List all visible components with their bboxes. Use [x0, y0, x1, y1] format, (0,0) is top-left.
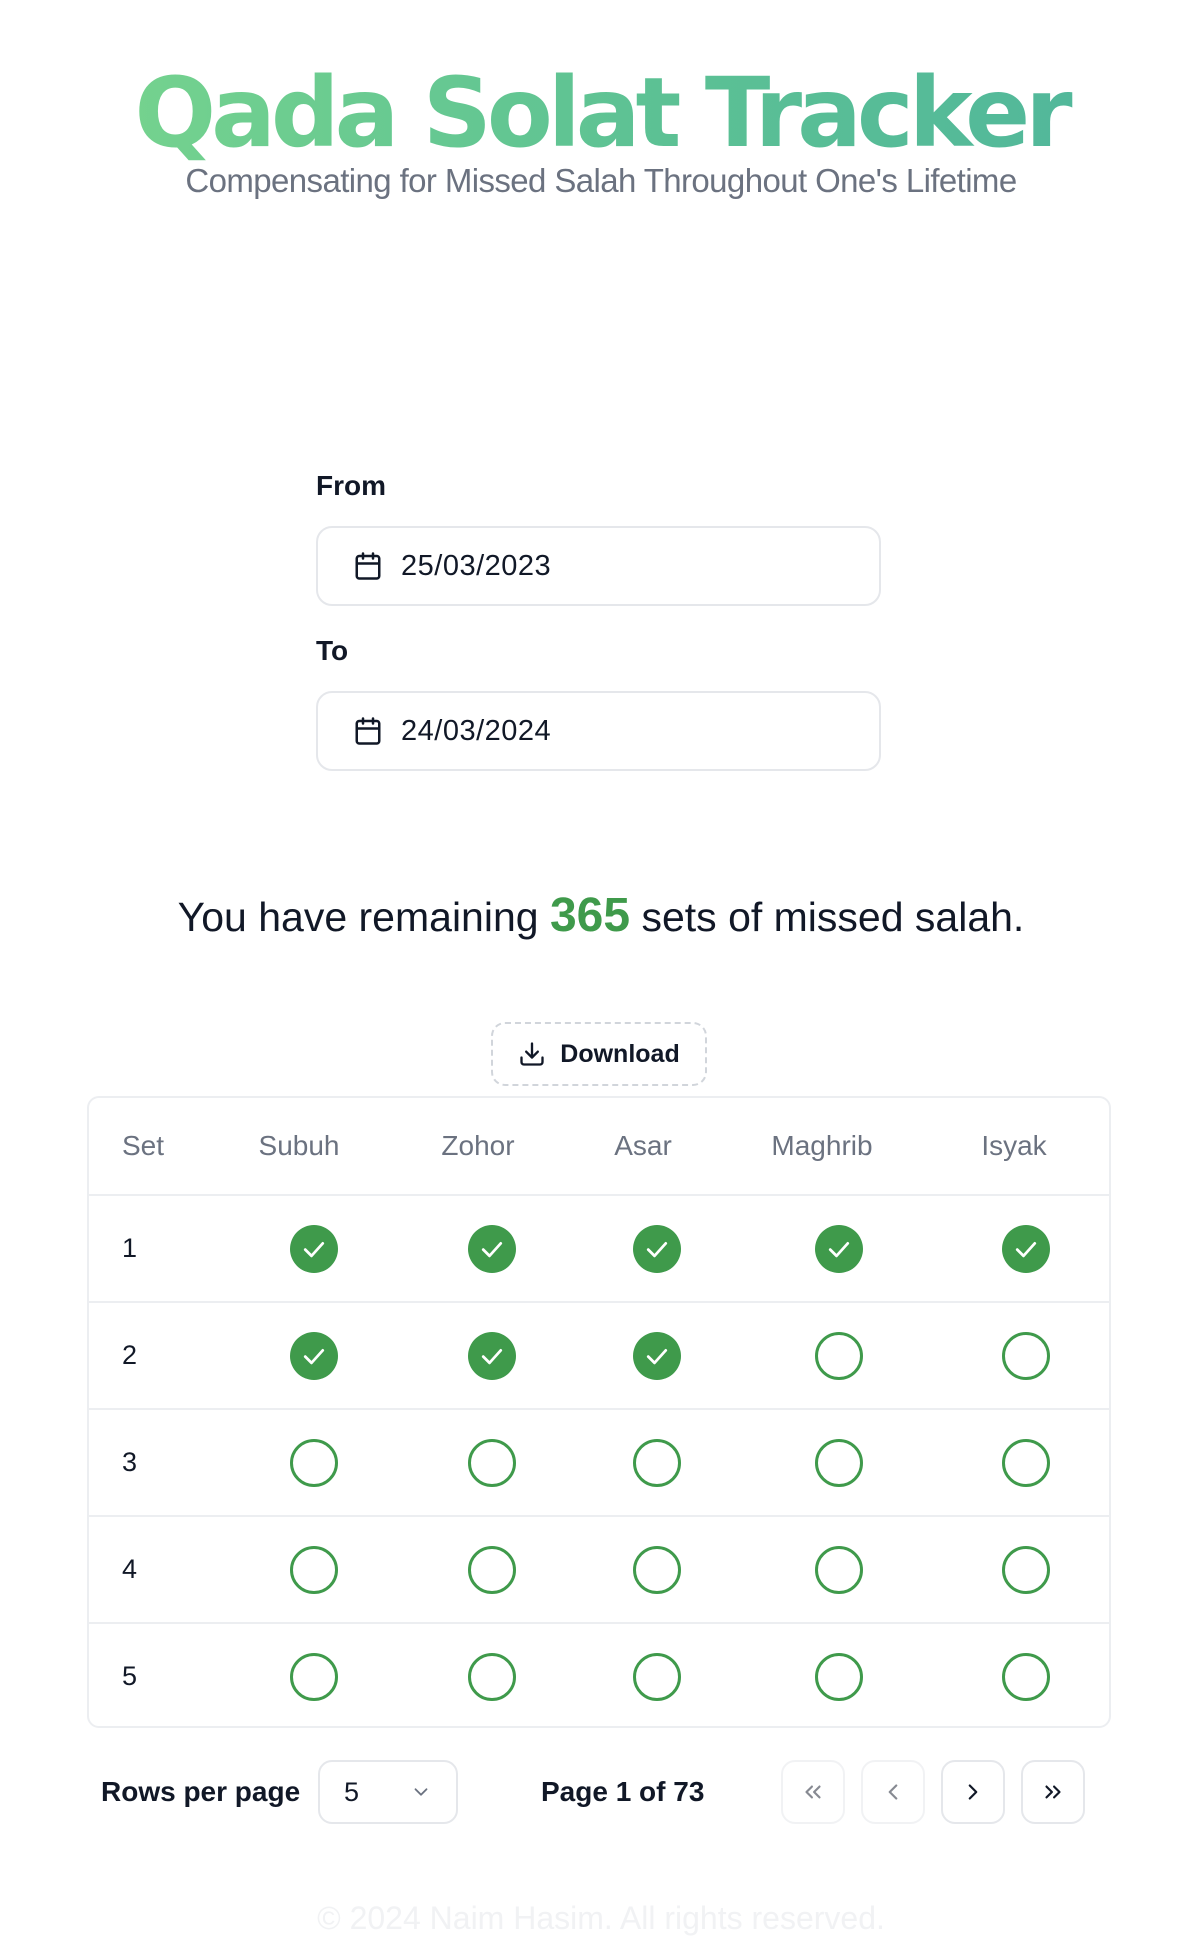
- asar-checkbox[interactable]: [633, 1653, 681, 1701]
- isyak-checkbox[interactable]: [1002, 1332, 1050, 1380]
- chevrons-left-icon: [800, 1779, 826, 1805]
- to-date-value: 24/03/2024: [401, 714, 552, 747]
- table-header: Set Subuh Zohor Asar Maghrib Isyak: [89, 1098, 1109, 1196]
- table-row: 3: [89, 1410, 1109, 1517]
- subuh-checkbox[interactable]: [290, 1546, 338, 1594]
- app-title: Qada Solat Tracker: [0, 58, 1202, 168]
- remaining-prefix: You have remaining: [177, 894, 539, 940]
- subuh-checkbox[interactable]: [290, 1439, 338, 1487]
- table-row: 2: [89, 1303, 1109, 1410]
- table-row: 5: [89, 1624, 1109, 1726]
- isyak-checkbox[interactable]: [1002, 1439, 1050, 1487]
- asar-checkbox[interactable]: [633, 1439, 681, 1487]
- to-date-input[interactable]: 24/03/2024: [316, 691, 881, 771]
- rows-per-page-label: Rows per page: [101, 1776, 301, 1807]
- check-icon: [477, 1341, 507, 1371]
- column-header-maghrib: Maghrib: [771, 1130, 873, 1161]
- maghrib-checkbox[interactable]: [815, 1546, 863, 1594]
- maghrib-checkbox[interactable]: [815, 1439, 863, 1487]
- column-header-isyak: Isyak: [981, 1130, 1047, 1161]
- remaining-summary: You have remaining 365 sets of missed sa…: [0, 888, 1202, 943]
- maghrib-checkbox[interactable]: [815, 1225, 863, 1273]
- check-icon: [1011, 1234, 1041, 1264]
- subuh-checkbox[interactable]: [290, 1225, 338, 1273]
- from-date-input[interactable]: 25/03/2023: [316, 526, 881, 606]
- footer-copyright: © 2024 Naim Hasim. All rights reserved.: [317, 1900, 885, 1936]
- zohor-checkbox[interactable]: [468, 1653, 516, 1701]
- table-row: 4: [89, 1517, 1109, 1624]
- maghrib-checkbox[interactable]: [815, 1653, 863, 1701]
- calendar-icon: [353, 716, 383, 746]
- chevron-down-icon: [410, 1781, 432, 1803]
- remaining-count: 365: [549, 889, 631, 942]
- set-number: 1: [122, 1233, 138, 1263]
- isyak-checkbox[interactable]: [1002, 1225, 1050, 1273]
- zohor-checkbox[interactable]: [468, 1225, 516, 1273]
- asar-checkbox[interactable]: [633, 1332, 681, 1380]
- check-icon: [642, 1234, 672, 1264]
- chevron-right-icon: [960, 1779, 986, 1805]
- maghrib-checkbox[interactable]: [815, 1332, 863, 1380]
- asar-checkbox[interactable]: [633, 1225, 681, 1273]
- rows-per-page-value: 5: [344, 1776, 360, 1807]
- zohor-checkbox[interactable]: [468, 1546, 516, 1594]
- next-page-button[interactable]: [941, 1760, 1005, 1824]
- set-number: 3: [122, 1447, 138, 1477]
- from-date-value: 25/03/2023: [401, 549, 552, 582]
- check-icon: [824, 1234, 854, 1264]
- subuh-checkbox[interactable]: [290, 1332, 338, 1380]
- column-header-set: Set: [122, 1130, 165, 1161]
- download-icon: [518, 1040, 546, 1068]
- check-icon: [299, 1234, 329, 1264]
- download-label: Download: [560, 1039, 680, 1068]
- first-page-button[interactable]: [781, 1760, 845, 1824]
- check-icon: [642, 1341, 672, 1371]
- remaining-suffix: sets of missed salah.: [641, 894, 1025, 940]
- asar-checkbox[interactable]: [633, 1546, 681, 1594]
- isyak-checkbox[interactable]: [1002, 1653, 1050, 1701]
- to-label: To: [316, 635, 349, 666]
- column-header-subuh: Subuh: [258, 1130, 340, 1161]
- download-button[interactable]: Download: [491, 1022, 707, 1086]
- table-body: 1 2 3 4 5: [89, 1196, 1109, 1726]
- zohor-checkbox[interactable]: [468, 1439, 516, 1487]
- page-indicator: Page 1 of 73: [541, 1776, 705, 1807]
- subuh-checkbox[interactable]: [290, 1653, 338, 1701]
- previous-page-button[interactable]: [861, 1760, 925, 1824]
- app-subtitle: Compensating for Missed Salah Throughout…: [185, 162, 1017, 199]
- rows-per-page-select[interactable]: 5: [318, 1760, 458, 1824]
- from-label: From: [316, 470, 386, 501]
- last-page-button[interactable]: [1021, 1760, 1085, 1824]
- chevrons-right-icon: [1040, 1779, 1066, 1805]
- table-row: 1: [89, 1196, 1109, 1303]
- isyak-checkbox[interactable]: [1002, 1546, 1050, 1594]
- set-number: 5: [122, 1661, 138, 1691]
- column-header-zohor: Zohor: [441, 1130, 515, 1161]
- column-header-asar: Asar: [614, 1130, 672, 1161]
- set-number: 2: [122, 1340, 138, 1370]
- check-icon: [299, 1341, 329, 1371]
- chevron-left-icon: [880, 1779, 906, 1805]
- set-number: 4: [122, 1554, 138, 1584]
- zohor-checkbox[interactable]: [468, 1332, 516, 1380]
- calendar-icon: [353, 551, 383, 581]
- salah-table: Set Subuh Zohor Asar Maghrib Isyak 1 2 3 4 5: [87, 1096, 1111, 1728]
- check-icon: [477, 1234, 507, 1264]
